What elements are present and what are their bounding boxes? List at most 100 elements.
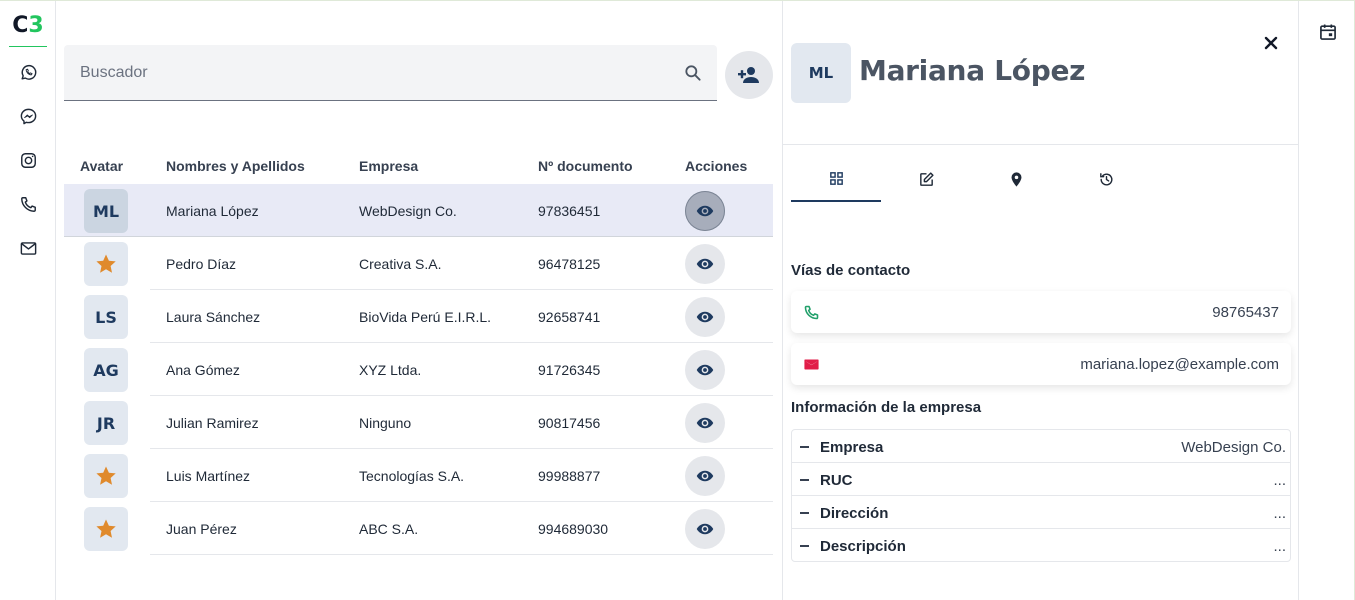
tab-location[interactable] [971,157,1061,201]
row-company: BioVida Perú E.I.R.L. [359,309,492,325]
header-avatar: Avatar [80,158,124,174]
collapse-icon [800,446,809,448]
table-row[interactable]: Luis Martínez Tecnologías S.A. 99988877 [64,449,773,502]
row-avatar [84,507,128,551]
detail-header: ML Mariana López [783,1,1299,145]
company-info-value: ... [1273,538,1286,555]
phone-button[interactable] [16,192,40,216]
company-info-value: ... [1273,505,1286,522]
row-name: Laura Sánchez [166,309,261,325]
eye-icon [696,205,714,217]
tab-history[interactable] [1061,157,1151,201]
company-info-list: Empresa WebDesign Co. RUC... Dirección... De… [791,429,1291,562]
header-company: Empresa [359,158,419,174]
search-field [64,45,717,101]
whatsapp-button[interactable] [16,60,40,84]
company-info-row[interactable]: Dirección... [792,496,1290,529]
company-info-row[interactable]: Empresa WebDesign Co. [792,430,1290,463]
avatar-initials: JR [96,413,116,433]
row-document: 99988877 [538,468,601,484]
row-avatar: AG [84,348,128,392]
detail-contact-name: Mariana López [859,54,1086,87]
avatar-initials: LS [95,307,117,327]
email-contact-card[interactable]: mariana.lopez@example.com [791,343,1291,385]
row-company: Ninguno [359,415,412,431]
avatar-initials: ML [92,201,120,221]
eye-icon [696,470,714,482]
view-contact-button[interactable] [685,403,725,443]
company-info-label: Dirección [820,505,889,522]
row-company: Tecnologías S.A. [359,468,465,484]
eye-icon [696,523,714,535]
close-button[interactable] [1259,31,1283,55]
row-document: 90817456 [538,415,601,431]
view-contact-button[interactable] [685,350,725,390]
view-contact-button[interactable] [685,297,725,337]
row-document: 96478125 [538,256,601,272]
contacts-table-body: ML Mariana López WebDesign Co. 97836451 Pedr… [64,184,773,555]
table-row[interactable]: Pedro Díaz Creativa S.A. 96478125 [64,237,773,290]
mail-icon [20,241,36,255]
row-name: Juan Pérez [166,521,237,537]
company-info-row[interactable]: Descripción... [792,529,1290,562]
collapse-icon [800,545,809,547]
person-add-icon [738,67,759,83]
mail-icon [804,359,819,370]
channel-rail: C3 [0,1,56,600]
view-contact-button[interactable] [685,509,725,549]
row-avatar: JR [84,401,128,445]
close-icon [1264,36,1278,50]
search-icon[interactable] [683,63,703,83]
row-divider [150,554,773,555]
right-toolbar [1299,1,1355,600]
detail-avatar: ML [791,43,851,103]
messenger-button[interactable] [16,104,40,128]
row-avatar [84,242,128,286]
app-logo: C3 [9,11,47,47]
contacts-panel: Avatar Nombres y Apellidos Empresa Nº do… [56,1,782,600]
header-name: Nombres y Apellidos [166,158,305,174]
table-row[interactable]: ML Mariana López WebDesign Co. 97836451 [64,184,773,237]
row-name: Luis Martínez [166,468,251,484]
table-row[interactable]: JR Julian Ramirez Ninguno 90817456 [64,396,773,449]
email-value: mariana.lopez@example.com [1080,356,1279,373]
eye-icon [696,258,714,270]
row-avatar: LS [84,295,128,339]
table-row[interactable]: Juan Pérez ABC S.A. 994689030 [64,502,773,555]
search-input[interactable] [64,45,664,100]
messenger-icon [20,108,36,124]
logo-number: 3 [28,13,44,38]
view-contact-button[interactable] [685,456,725,496]
company-info-title: Información de la empresa [791,399,982,416]
tab-overview[interactable] [791,157,881,202]
edit-icon [919,171,934,186]
row-name: Mariana López [166,203,259,219]
row-document: 994689030 [538,521,609,537]
company-info-label: RUC [820,472,853,489]
instagram-button[interactable] [16,148,40,172]
tab-edit[interactable] [881,157,971,201]
company-info-label: Empresa [820,439,884,456]
star-icon [96,466,116,485]
add-contact-button[interactable] [725,51,773,99]
view-contact-button[interactable] [685,191,725,231]
company-info-row[interactable]: RUC... [792,463,1290,496]
calendar-icon[interactable] [1318,22,1338,42]
detail-tabs [791,157,1151,202]
row-company: XYZ Ltda. [359,362,422,378]
row-avatar [84,454,128,498]
table-row[interactable]: AG Ana Gómez XYZ Ltda. 91726345 [64,343,773,396]
phone-contact-card[interactable]: 98765437 [791,291,1291,333]
table-header: Avatar Nombres y Apellidos Empresa Nº do… [64,148,773,184]
table-row[interactable]: LS Laura Sánchez BioVida Perú E.I.R.L. 9265… [64,290,773,343]
history-icon [1099,172,1113,185]
location-icon [1011,171,1021,187]
contact-detail-panel: ML Mariana López Vías de contacto 987654… [782,1,1299,600]
row-company: WebDesign Co. [359,203,457,219]
collapse-icon [800,479,809,481]
eye-icon [696,311,714,323]
phone-icon [20,196,36,212]
mail-button[interactable] [16,236,40,260]
view-contact-button[interactable] [685,244,725,284]
company-info-label: Descripción [820,538,906,555]
